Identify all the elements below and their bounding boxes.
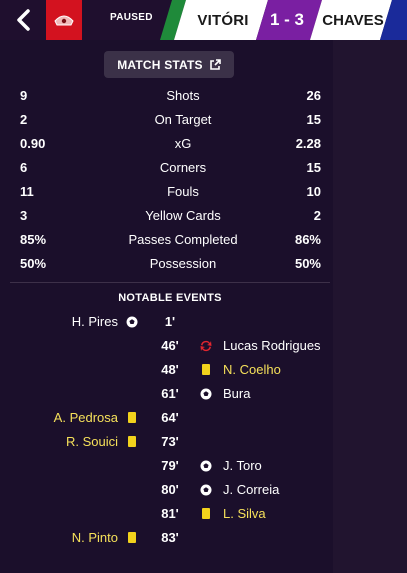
score: 1 - 3 — [269, 10, 305, 29]
goal-icon — [200, 484, 212, 496]
event-minute: 80' — [161, 482, 179, 497]
event-row: 80' J. Correia — [0, 478, 333, 502]
event-player: Bura — [223, 386, 251, 401]
event-player: A. Pedrosa — [53, 410, 118, 425]
event-minute: 61' — [161, 386, 179, 401]
event-row: 46' Lucas Rodrigues — [0, 334, 333, 358]
events-heading: NOTABLE EVENTS — [118, 292, 222, 304]
goal-icon — [126, 316, 138, 328]
event-player: L. Silva — [223, 506, 266, 521]
event-player: N. Coelho — [223, 362, 281, 377]
away-stat-value: 86% — [294, 232, 321, 247]
stat-row: 2 On Target 15 — [0, 108, 333, 132]
event-player: J. Toro — [223, 458, 262, 473]
popout-icon — [209, 58, 221, 70]
stat-label: Yellow Cards — [145, 208, 221, 223]
stat-row: 85% Passes Completed 86% — [0, 228, 333, 252]
event-row: H. Pires 1' — [0, 310, 333, 334]
event-minute: 83' — [161, 530, 179, 545]
event-row: 61' Bura — [0, 382, 333, 406]
event-minute: 79' — [161, 458, 179, 473]
event-player: N. Pinto — [71, 530, 118, 545]
event-row: 48' N. Coelho — [0, 358, 333, 382]
event-minute: 1' — [164, 314, 176, 329]
event-minute: 73' — [161, 434, 179, 449]
home-team-name: VITÓRI — [197, 11, 249, 29]
stat-row: 6 Corners 15 — [0, 156, 333, 180]
section-divider — [10, 282, 330, 283]
substitution-icon — [200, 340, 212, 352]
yellow-card-icon — [125, 435, 139, 449]
event-minute: 81' — [161, 506, 179, 521]
event-player: H. Pires — [71, 314, 118, 329]
away-stat-value: 15 — [306, 160, 321, 175]
stat-row: 3 Yellow Cards 2 — [0, 204, 333, 228]
away-stat-value: 2.28 — [295, 136, 321, 151]
stat-row: 9 Shots 26 — [0, 84, 333, 108]
yellow-card-icon — [125, 531, 139, 545]
yellow-card-icon — [199, 363, 213, 377]
event-row: 81' L. Silva — [0, 502, 333, 526]
away-team-name: CHAVES — [322, 11, 384, 29]
top-bar: PAUSED VITÓRI 1 - 3 CHAVES — [0, 0, 407, 40]
yellow-card-icon — [199, 507, 213, 521]
yellow-card-icon — [125, 411, 139, 425]
event-row: N. Pinto 83' — [0, 526, 333, 550]
event-minute: 46' — [161, 338, 179, 353]
away-stat-value: 2 — [313, 208, 321, 223]
goal-icon — [200, 460, 212, 472]
away-stat-value: 10 — [306, 184, 321, 199]
away-stat-value: 26 — [306, 88, 321, 103]
away-stat-value: 15 — [306, 112, 321, 127]
event-row: R. Souici 73' — [0, 430, 333, 454]
goal-icon — [200, 388, 212, 400]
event-player: R. Souici — [65, 434, 118, 449]
event-player: J. Correia — [223, 482, 280, 497]
event-row: 79' J. Toro — [0, 454, 333, 478]
stat-row: 0.90 xG 2.28 — [0, 132, 333, 156]
match-stats-button[interactable]: MATCH STATS — [104, 51, 234, 78]
event-minute: 48' — [161, 362, 179, 377]
event-player: Lucas Rodrigues — [223, 338, 321, 353]
event-minute: 64' — [161, 410, 179, 425]
event-row: A. Pedrosa 64' — [0, 406, 333, 430]
away-stat-value: 50% — [294, 256, 321, 271]
match-stats-label: MATCH STATS — [117, 57, 203, 72]
stat-row: 11 Fouls 10 — [0, 180, 333, 204]
stat-row: 50% Possession 50% — [0, 252, 333, 276]
